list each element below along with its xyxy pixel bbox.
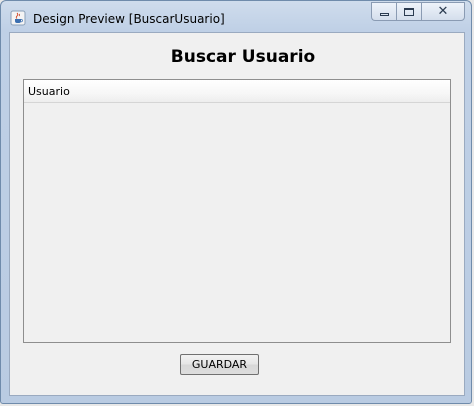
- column-header-usuario[interactable]: Usuario: [28, 85, 70, 98]
- preview-window: Design Preview [BuscarUsuario] ✕ Buscar …: [0, 0, 472, 404]
- page-title: Buscar Usuario: [170, 47, 316, 67]
- window-title: Design Preview [BuscarUsuario]: [33, 12, 225, 26]
- caption-buttons: ✕: [371, 2, 465, 21]
- title-bar[interactable]: Design Preview [BuscarUsuario] ✕: [1, 1, 471, 31]
- save-button[interactable]: GUARDAR: [180, 354, 259, 375]
- form-content: Buscar Usuario Usuario GUARDAR: [9, 32, 465, 396]
- users-table[interactable]: Usuario: [23, 79, 451, 343]
- table-header: Usuario: [24, 80, 450, 103]
- close-button[interactable]: ✕: [421, 2, 465, 21]
- minimize-button[interactable]: [371, 2, 396, 21]
- maximize-icon: [404, 7, 414, 16]
- minimize-icon: [379, 13, 389, 16]
- close-icon: ✕: [437, 4, 449, 19]
- maximize-button[interactable]: [396, 2, 421, 21]
- java-cup-icon: [10, 10, 26, 26]
